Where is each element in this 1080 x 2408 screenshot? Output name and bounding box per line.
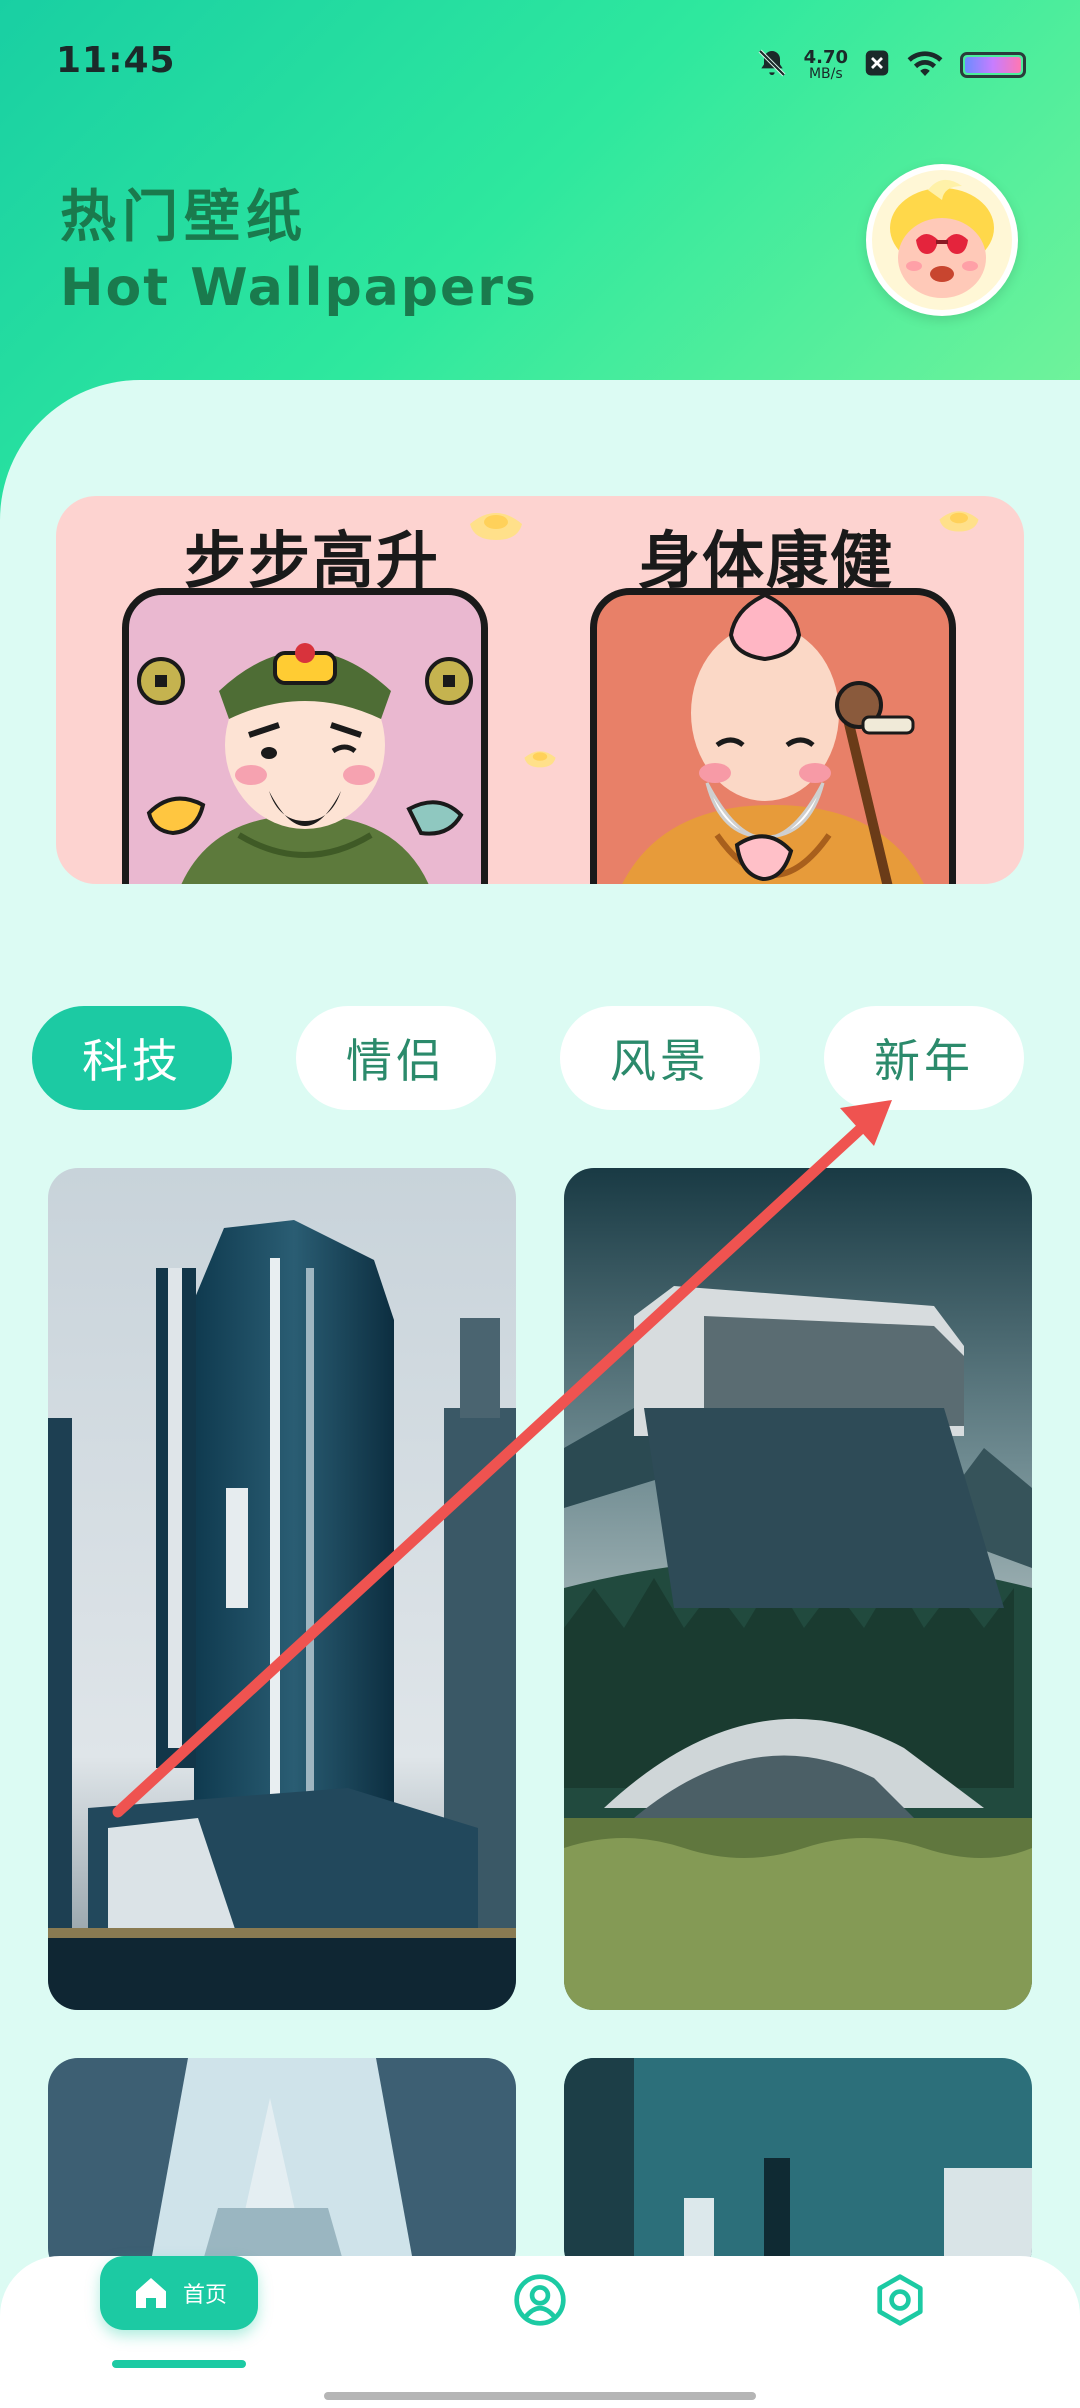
nav-home-button[interactable]: 首页 [100, 2256, 258, 2330]
avatar[interactable] [866, 164, 1018, 316]
network-speed-unit: MB/s [808, 66, 843, 82]
tab-couple[interactable]: 情侣 [296, 1006, 496, 1110]
nav-active-indicator [112, 2360, 246, 2368]
god-of-wealth-illustration [137, 643, 473, 884]
wallpaper-card[interactable] [564, 2058, 1032, 2278]
category-tabs: 科技 情侣 风景 新年 [32, 1006, 1056, 1110]
wallpaper-card[interactable] [48, 1168, 516, 2010]
tab-tech[interactable]: 科技 [32, 1006, 232, 1110]
bottom-navigation: 首页 [0, 2256, 1080, 2408]
gold-ingot-icon [524, 751, 556, 768]
wallpaper-card[interactable] [564, 1168, 1032, 2010]
page-title-cn: 热门壁纸 [60, 185, 308, 250]
network-speed: 4.70 MB/s [803, 47, 848, 82]
profile-icon [514, 2274, 566, 2326]
nav-home-label: 首页 [182, 2283, 227, 2308]
glass-tower-image-icon [48, 2058, 516, 2278]
banner-card-left [122, 588, 488, 884]
promo-banner[interactable]: 步步高升 身体康健 [56, 496, 1024, 884]
tab-new-year[interactable]: 新年 [824, 1006, 1024, 1110]
network-speed-value: 4.70 [803, 47, 848, 68]
status-icons: 4.70 MB/s [756, 40, 1026, 90]
banner-left-caption: 步步高升 [184, 524, 441, 597]
banner-right-caption: 身体康健 [638, 524, 895, 597]
futuristic-skyscraper-image-icon [48, 1168, 516, 2010]
page-title-en: Hot Wallpapers [60, 258, 538, 318]
nav-profile-button[interactable] [510, 2270, 570, 2330]
close-box-icon [864, 48, 890, 82]
gold-ingot-icon [470, 513, 522, 540]
banner-card-right [590, 588, 956, 884]
bell-muted-icon [756, 47, 788, 83]
status-time: 11:45 [56, 40, 176, 81]
god-of-longevity-illustration [622, 595, 924, 884]
settings-icon [877, 2274, 923, 2326]
battery-level [965, 57, 1021, 73]
nav-settings-button[interactable] [870, 2270, 930, 2330]
mountain-futuristic-building-image-icon [564, 1168, 1032, 2010]
teal-city-image-icon [564, 2058, 1032, 2278]
cartoon-avatar-icon [872, 170, 1012, 310]
battery-icon [960, 52, 1026, 78]
gesture-bar [324, 2392, 756, 2400]
home-icon [135, 2278, 166, 2308]
wifi-icon [906, 48, 944, 82]
wallpaper-card[interactable] [48, 2058, 516, 2278]
tab-scenery[interactable]: 风景 [560, 1006, 760, 1110]
status-bar: 11:45 4.70 MB/s [0, 0, 1080, 120]
gold-ingot-icon [939, 511, 979, 532]
